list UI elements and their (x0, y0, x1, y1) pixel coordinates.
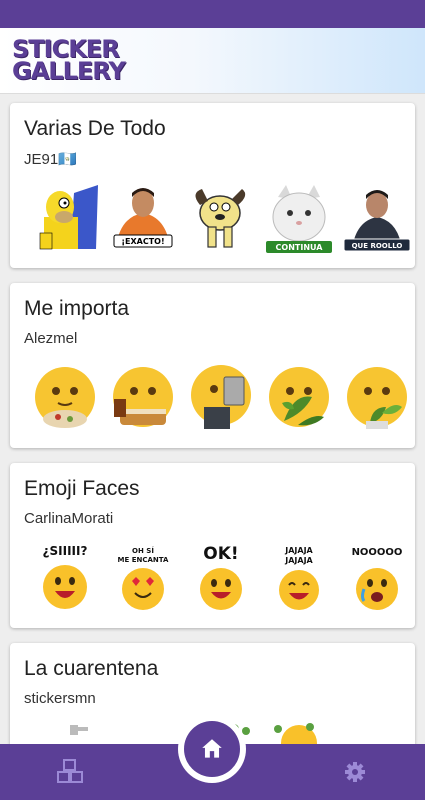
app-header: STICKER GALLERY (0, 28, 425, 94)
home-icon (202, 739, 222, 758)
oh-si-emoji-sticker: OH SÍ ME ENCANTA (108, 543, 178, 615)
status-bar (0, 0, 425, 28)
pack-title: Emoji Faces (24, 477, 140, 500)
me-encanta-caption: ME ENCANTA (118, 556, 169, 564)
nooooo-emoji-sticker: NOOOOO (342, 543, 412, 615)
pack-list[interactable]: Varias De Todo JE91🇬🇹 ¡EXACTO! CONTINUA … (0, 94, 425, 744)
simpson-sticker (30, 183, 100, 255)
gear-icon[interactable] (340, 758, 370, 786)
app-logo: STICKER GALLERY (12, 37, 126, 85)
oh-si-caption: OH SÍ (132, 546, 154, 555)
cat-continua-sticker: CONTINUA (264, 183, 334, 255)
pack-card-me-importa[interactable]: Me importa Alezmel (10, 283, 415, 448)
sticker-row: ¡EXACTO! CONTINUA QUE ROOLLO (22, 183, 412, 259)
cartoon-dog-sticker (186, 183, 256, 255)
sticker-row (22, 363, 412, 439)
pack-author: JE91🇬🇹 (24, 151, 77, 168)
care-emoji-plant-sticker (342, 363, 412, 435)
ok-caption: OK! (203, 544, 238, 564)
cubes-icon[interactable] (55, 758, 85, 786)
pack-author: stickersmn (24, 690, 96, 707)
jajaja-caption-1: JAJAJA (284, 546, 313, 555)
continua-caption: CONTINUA (276, 243, 324, 252)
siiii-caption: ¿SIIIII? (43, 544, 88, 558)
care-emoji-cake-sticker (108, 363, 178, 435)
que-rollo-sticker: QUE ROOLLO (342, 183, 412, 255)
jajaja-caption-2: JAJAJA (284, 556, 313, 565)
sanitizer-sticker (52, 723, 122, 744)
pack-title: La cuarentena (24, 657, 159, 680)
pack-author: CarlinaMorati (24, 510, 114, 527)
pack-author: Alezmel (24, 330, 78, 347)
jajaja-emoji-sticker: JAJAJA JAJAJA (264, 543, 334, 615)
pack-card-emoji-faces[interactable]: Emoji Faces CarlinaMorati ¿SIIIII? OH SÍ… (10, 463, 415, 628)
pack-title: Varias De Todo (24, 117, 166, 140)
home-button[interactable] (184, 721, 240, 777)
siiii-emoji-sticker: ¿SIIIII? (30, 543, 100, 615)
logo-line-2: GALLERY (12, 57, 126, 85)
nooooo-caption: NOOOOO (352, 547, 403, 558)
pack-card-varias-de-todo[interactable]: Varias De Todo JE91🇬🇹 ¡EXACTO! CONTINUA … (10, 103, 415, 268)
exacto-caption: ¡EXACTO! (121, 237, 164, 246)
virus-emoji-sticker (264, 723, 334, 744)
que-rollo-caption: QUE ROOLLO (352, 242, 403, 250)
exacto-sticker: ¡EXACTO! (108, 183, 178, 255)
care-emoji-leaf-sticker (264, 363, 334, 435)
care-emoji-food-sticker (30, 363, 100, 435)
ok-emoji-sticker: OK! (186, 543, 256, 615)
care-emoji-drink-sticker (186, 363, 256, 435)
pack-title: Me importa (24, 297, 130, 320)
sticker-row: ¿SIIIII? OH SÍ ME ENCANTA OK! JAJAJA JAJAJ… (22, 543, 412, 619)
